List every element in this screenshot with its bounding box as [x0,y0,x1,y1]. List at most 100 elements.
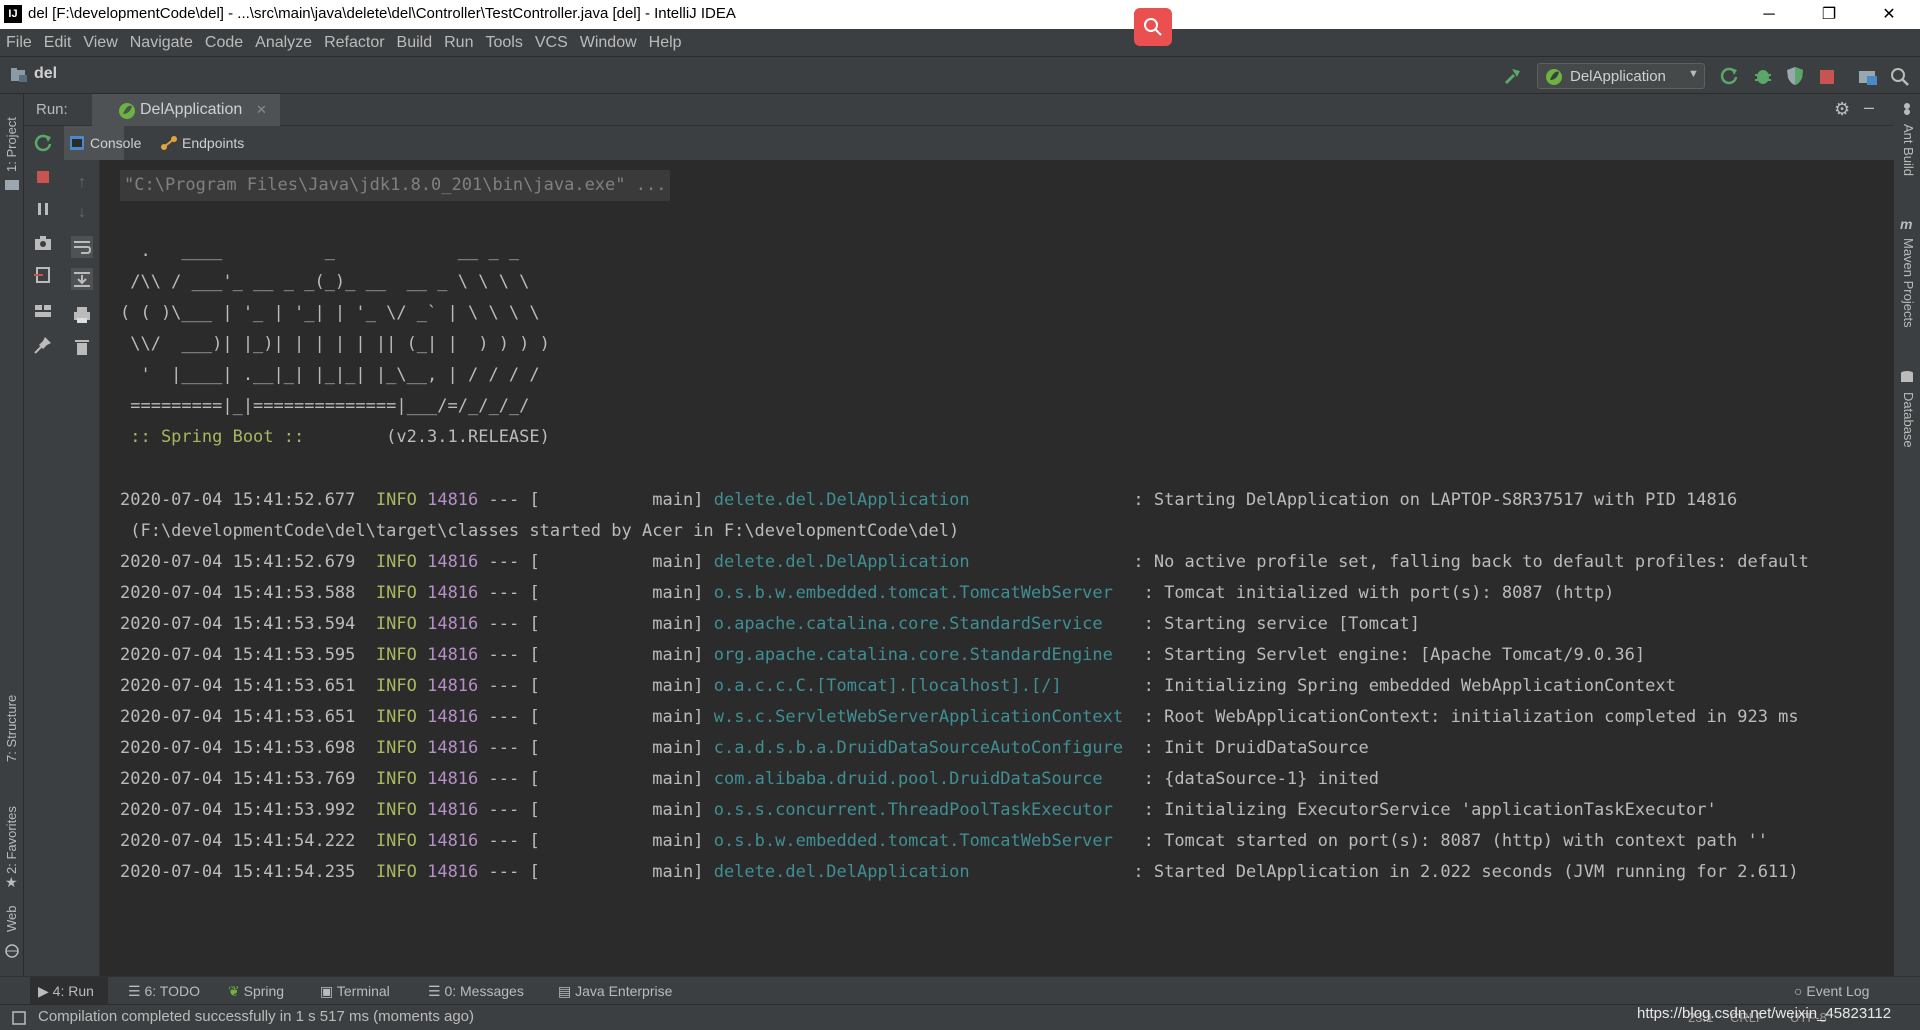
menu-bar: File Edit View Navigate Code Analyze Refactor B… [0,29,1920,56]
menu-help[interactable]: Help [643,29,688,56]
run-tool-tab-label: 4: Run [52,983,94,999]
terminal-tool-tab[interactable]: ▣ Terminal [320,977,390,1005]
log-pid: 14816 [427,831,479,851]
coverage-shield-icon[interactable] [1784,65,1806,87]
menu-build[interactable]: Build [391,29,439,56]
menu-edit[interactable]: Edit [38,29,78,56]
log-pid: 14816 [427,583,479,603]
database-tool-tab[interactable]: Database [1901,392,1916,448]
log-thread: --- [ main] [488,769,704,789]
tab-endpoints[interactable]: Endpoints [160,126,280,160]
log-level: INFO [375,707,417,727]
log-pid: 14816 [427,707,479,727]
close-tab-icon[interactable]: ✕ [256,102,267,118]
run-label: Run: [36,101,68,118]
console-output[interactable]: "C:\Program Files\Java\jdk1.8.0_201\bin\… [100,160,1894,976]
log-level: INFO [375,552,417,572]
log-logger: delete.del.DelApplication [713,552,1124,572]
ant-build-tool-tab[interactable]: Ant Build [1901,124,1916,176]
menu-file[interactable]: File [0,29,38,56]
trash-icon[interactable] [71,336,93,358]
pin-icon[interactable] [32,334,54,356]
log-line: 2020-07-04 15:41:53.769 INFO 14816 --- [… [120,764,1379,795]
search-everywhere-icon[interactable] [1889,66,1911,88]
menu-vcs[interactable]: VCS [529,29,574,56]
menu-view[interactable]: View [77,29,123,56]
build-hammer-icon[interactable] [1502,65,1524,87]
log-logger: org.apache.catalina.core.StandardEngine [713,645,1134,665]
run-panel-header: Run: DelApplication ✕ ⚙ – [24,94,1894,126]
menu-run[interactable]: Run [438,29,479,56]
close-window-button[interactable]: ✕ [1860,0,1918,29]
spring-leaf-icon [1546,69,1562,85]
arrow-up-icon[interactable]: ↑ [71,172,93,194]
chevron-down-icon: ▼ [1688,68,1699,80]
rerun-icon[interactable] [1718,65,1740,87]
banner-line: . ____ _ __ _ _ [120,241,520,261]
run-tab-delapplication[interactable]: DelApplication ✕ [92,94,280,126]
restore-button[interactable]: ❐ [1800,0,1858,29]
minimize-button[interactable]: ─ [1740,0,1798,29]
spring-boot-label: :: Spring Boot :: [120,427,305,447]
maven-projects-tool-tab[interactable]: Maven Projects [1901,238,1916,328]
web-tool-tab[interactable]: Web [4,906,19,933]
project-tool-tab[interactable]: 1: Project [4,117,19,172]
menu-code[interactable]: Code [199,29,249,56]
camera-icon[interactable] [32,232,54,254]
log-level: INFO [375,800,417,820]
menu-refactor[interactable]: Refactor [318,29,390,56]
spring-tool-tab-label: Spring [243,983,285,999]
scroll-to-end-icon[interactable] [71,268,93,290]
log-thread: --- [ main] [488,552,704,572]
tab-console[interactable]: Console [64,126,141,160]
gear-icon[interactable]: ⚙ [1834,99,1850,120]
messages-tool-tab[interactable]: ☰ 0: Messages [428,977,524,1005]
floating-search-icon[interactable] [1134,8,1172,46]
log-thread: --- [ main] [488,707,704,727]
exit-icon[interactable] [32,264,54,286]
arrow-down-icon[interactable]: ↓ [71,202,93,224]
log-level: INFO [375,583,417,603]
menu-analyze[interactable]: Analyze [249,29,318,56]
log-pid: 14816 [427,862,479,882]
structure-tool-tab[interactable]: 7: Structure [4,695,19,762]
log-logger: delete.del.DelApplication [713,490,1124,510]
log-timestamp: 2020-07-04 15:41:53.769 [120,769,356,789]
stop-icon[interactable] [32,166,54,188]
log-line: 2020-07-04 15:41:53.595 INFO 14816 --- [… [120,640,1645,671]
log-pid: 14816 [427,738,479,758]
star-icon: ★ [5,874,18,890]
project-structure-icon[interactable] [1857,66,1879,88]
hide-panel-icon[interactable]: – [1864,97,1874,118]
menu-window[interactable]: Window [574,29,643,56]
run-tool-tab[interactable]: ▶ 4: Run [30,977,108,1005]
event-log-tool-tab[interactable]: ○ Event Log [1794,977,1869,1005]
menu-tools[interactable]: Tools [479,29,528,56]
java-enterprise-tool-tab[interactable]: ▤ Java Enterprise [558,977,672,1005]
spring-icon: ❦ [228,983,240,999]
project-breadcrumb[interactable]: del [34,65,57,83]
log-line: 2020-07-04 15:41:52.679 INFO 14816 --- [… [120,547,1809,578]
layout-icon[interactable] [32,300,54,322]
print-icon[interactable] [71,304,93,326]
pause-icon[interactable] [32,198,54,220]
log-level: INFO [375,831,417,851]
java-enterprise-tool-tab-label: Java Enterprise [575,983,673,999]
soft-wrap-icon[interactable] [71,236,93,258]
stop-icon[interactable] [1816,66,1838,88]
intellij-logo-icon: IJ [4,5,22,23]
log-line: 2020-07-04 15:41:53.698 INFO 14816 --- [… [120,733,1369,764]
todo-tool-tab[interactable]: ☰ 6: TODO [128,977,200,1005]
run-configuration-label: DelApplication [1570,68,1666,85]
run-configuration-dropdown[interactable]: DelApplication ▼ [1537,63,1705,89]
spring-leaf-icon [119,103,135,119]
favorites-tool-tab[interactable]: 2: Favorites [4,806,19,874]
menu-navigate[interactable]: Navigate [124,29,199,56]
log-level: INFO [375,769,417,789]
rerun-icon[interactable] [32,132,54,154]
log-message: : Starting DelApplication on LAPTOP-S8R3… [1133,490,1738,510]
spring-tool-tab[interactable]: ❦ Spring [228,977,284,1005]
debug-bug-icon[interactable] [1752,65,1774,87]
status-window-icon[interactable] [12,1011,26,1025]
messages-icon: ☰ [428,983,441,999]
